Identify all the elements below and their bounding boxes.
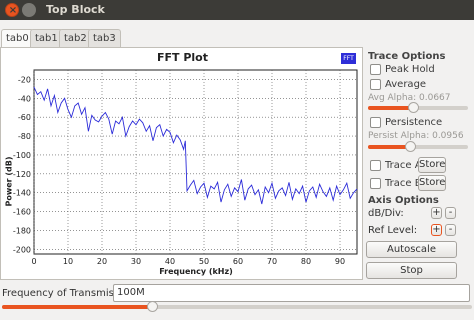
y-tick-label: -180	[13, 226, 31, 235]
x-tick-label: 40	[165, 257, 175, 266]
persist-alpha-slider[interactable]	[368, 141, 468, 152]
checkbox-box[interactable]	[370, 160, 381, 171]
checkbox-box[interactable]	[370, 178, 381, 189]
options-panel: Trace Options Peak Hold Average Avg Alph…	[364, 47, 474, 280]
plot-area	[33, 69, 358, 255]
avg-alpha-slider[interactable]	[368, 102, 468, 113]
tab-0[interactable]: tab0	[1, 29, 34, 48]
tab-2[interactable]: tab2	[59, 29, 92, 47]
window-title: Top Block	[46, 3, 105, 16]
x-tick-label: 30	[131, 257, 141, 266]
trace-b-label: Trace B	[385, 178, 422, 189]
persist-alpha-label: Persist Alpha: 0.0956	[368, 131, 464, 141]
slider-knob[interactable]	[405, 141, 416, 152]
x-axis-label: Frequency (kHz)	[159, 267, 233, 276]
trace-b-checkbox[interactable]: Trace B	[370, 178, 422, 189]
y-tick-label: -20	[18, 75, 31, 84]
avg-alpha-label: Avg Alpha: 0.0667	[368, 93, 451, 103]
persistence-checkbox[interactable]: Persistence	[370, 117, 442, 128]
y-tick-label: -40	[18, 94, 31, 103]
ref-level-increase-button[interactable]: +	[431, 224, 442, 236]
fft-plot-panel: -20 -40 -60 -80 -100 -120 -140 -160 -180 -200 0 10 2…	[0, 47, 363, 280]
checkbox-box[interactable]	[370, 117, 381, 128]
legend-fft: FFT	[341, 53, 356, 64]
x-tick-label: 90	[335, 257, 345, 266]
plot-title: FFT Plot	[156, 51, 208, 64]
x-tick-label: 20	[97, 257, 107, 266]
checkbox-box[interactable]	[370, 79, 381, 90]
autoscale-button[interactable]: Autoscale	[366, 241, 457, 258]
y-axis-label-wrap: Power (dB)	[3, 143, 15, 223]
ref-level-label: Ref Level:	[368, 225, 418, 236]
checkbox-box[interactable]	[370, 64, 381, 75]
tab-3[interactable]: tab3	[88, 29, 121, 47]
slider-fill	[2, 305, 153, 309]
slider-knob[interactable]	[408, 102, 419, 113]
peak-hold-checkbox[interactable]: Peak Hold	[370, 64, 435, 75]
minimize-window-button[interactable]	[22, 3, 36, 17]
average-checkbox[interactable]: Average	[370, 79, 426, 90]
trace-options-title: Trace Options	[368, 51, 446, 62]
y-tick-label: -100	[13, 151, 31, 160]
y-tick-label: -80	[18, 132, 31, 141]
frequency-slider[interactable]	[2, 301, 472, 312]
store-trace-b-button[interactable]: Store	[418, 175, 446, 191]
fft-plot: -20 -40 -60 -80 -100 -120 -140 -160 -180 -2000 10 2…	[13, 69, 358, 266]
tab-1[interactable]: tab1	[30, 29, 63, 47]
slider-knob[interactable]	[147, 301, 159, 312]
frequency-input[interactable]: 100M	[113, 284, 470, 302]
stop-button[interactable]: Stop	[366, 262, 457, 279]
y-tick-label: -120	[13, 170, 31, 179]
y-tick-label: -60	[18, 113, 31, 122]
store-trace-a-button[interactable]: Store	[418, 157, 446, 173]
db-div-increase-button[interactable]: +	[431, 207, 442, 219]
average-label: Average	[385, 79, 427, 90]
trace-a-label: Trace A	[385, 160, 422, 171]
peak-hold-label: Peak Hold	[385, 64, 435, 75]
slider-fill	[368, 145, 410, 149]
window-titlebar: × Top Block	[0, 0, 474, 20]
x-tick-label: 60	[233, 257, 243, 266]
persistence-label: Persistence	[385, 117, 443, 128]
axis-options-title: Axis Options	[368, 195, 439, 206]
slider-fill	[368, 106, 413, 110]
y-axis-label: Power (dB)	[4, 156, 14, 207]
x-tick-label: 50	[199, 257, 209, 266]
db-div-label: dB/Div:	[368, 208, 404, 219]
x-tick-label: 0	[31, 257, 36, 266]
db-div-decrease-button[interactable]: -	[445, 207, 456, 219]
ref-level-decrease-button[interactable]: -	[445, 224, 456, 236]
x-tick-label: 80	[301, 257, 311, 266]
close-window-button[interactable]: ×	[5, 3, 19, 17]
y-tick-label: -200	[13, 245, 31, 254]
x-tick-label: 10	[63, 257, 73, 266]
y-tick-label: -140	[13, 189, 31, 198]
close-icon: ×	[8, 5, 18, 16]
y-tick-label: -160	[13, 208, 31, 217]
trace-a-checkbox[interactable]: Trace A	[370, 160, 422, 171]
x-tick-label: 70	[267, 257, 277, 266]
